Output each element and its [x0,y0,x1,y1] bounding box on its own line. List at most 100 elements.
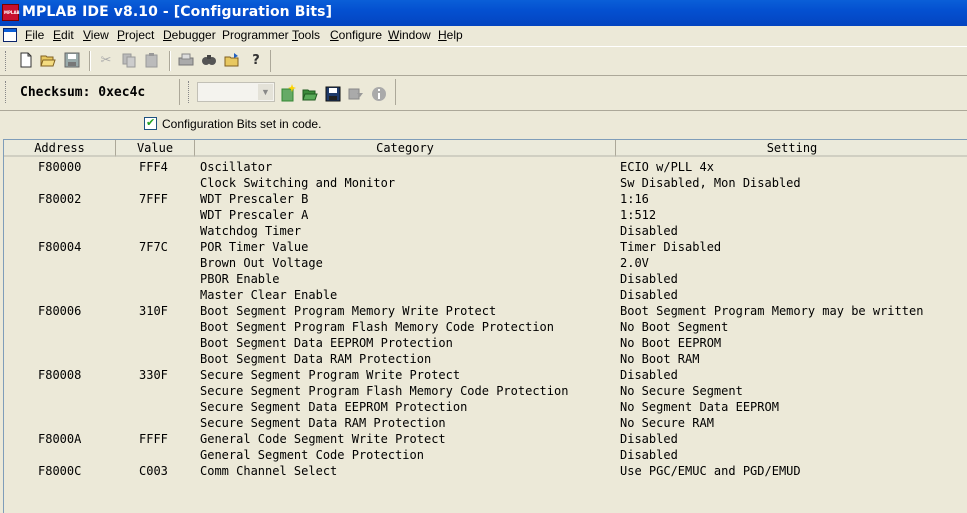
category-cell: WDT Prescaler B [200,192,309,206]
table-row[interactable]: Boot Segment Data EEPROM Protection No Bo… [4,335,967,351]
setting-cell[interactable]: Disabled [620,271,678,287]
menu-label: Programmer [222,28,289,42]
category-cell: General Segment Code Protection [200,448,424,462]
table-row[interactable]: F8000A FFFF General Code Segment Write Pro… [4,431,967,447]
setting-cell[interactable]: 1:512 [620,207,656,223]
toolbar-grip[interactable] [5,51,9,71]
new-config-icon[interactable] [280,84,296,102]
column-header-address[interactable]: Address [4,140,116,157]
category-cell: Secure Segment Program Write Protect [200,368,461,382]
save-icon[interactable] [325,86,341,102]
copy-icon[interactable] [121,52,137,68]
setting-cell[interactable]: Disabled [620,367,678,383]
column-header-value[interactable]: Value [116,140,195,157]
value-cell: 330F [139,368,168,382]
menu-label: ebugger [171,28,216,42]
category-cell: Boot Segment Program Memory Write Protec… [200,304,497,318]
setting-cell[interactable]: No Boot RAM [620,351,699,367]
setting-cell[interactable]: Use PGC/EMUC and PGD/EMUD [620,463,801,479]
menu-help[interactable]: Help [438,28,463,42]
table-row[interactable]: Boot Segment Program Flash Memory Code P… [4,319,967,335]
toolbar-grip[interactable] [188,81,192,103]
menu-configure[interactable]: Configure [330,28,382,42]
category-cell: Boot Segment Program Flash Memory Code P… [200,320,555,334]
menu-window[interactable]: Window [388,28,431,42]
menu-hotkey: V [83,28,91,42]
table-row[interactable]: Secure Segment Data EEPROM Protection No … [4,399,967,415]
save-icon[interactable] [64,52,80,68]
setting-cell[interactable]: Disabled [620,447,678,463]
category-cell: Secure Segment Data EEPROM Protection [200,400,468,414]
column-header-setting[interactable]: Setting [616,140,967,157]
setting-cell[interactable]: No Boot Segment [620,319,728,335]
title-bar: MPLAB MPLAB IDE v8.10 - [Configuration B… [0,0,967,26]
info-icon[interactable] [371,86,387,102]
setting-cell[interactable]: 2.0V [620,255,649,271]
menu-hotkey: C [330,28,339,42]
setting-cell[interactable]: Boot Segment Program Memory may be writt… [620,303,923,319]
table-row[interactable]: Brown Out Voltage 2.0V [4,255,967,271]
category-cell: Secure Segment Program Flash Memory Code… [200,384,569,398]
column-header-category[interactable]: Category [195,140,616,157]
address-cell: F8000C [38,464,82,478]
import-icon[interactable] [348,86,364,102]
document-window-icon[interactable] [3,28,17,42]
table-row[interactable]: F80000 FFF4 Oscillator ECIO w/PLL 4x [4,159,967,175]
help-icon[interactable]: ? [248,52,264,68]
menu-debugger[interactable]: Debugger [163,28,216,42]
category-cell: Secure Segment Data RAM Protection [200,416,446,430]
table-row[interactable]: Master Clear Enable Disabled [4,287,967,303]
table-row[interactable]: F80006 310F Boot Segment Program Memory Wr… [4,303,967,319]
cut-icon[interactable]: ✂ [98,52,114,68]
table-row[interactable]: Clock Switching and Monitor Sw Disabled, … [4,175,967,191]
table-row[interactable]: Watchdog Timer Disabled [4,223,967,239]
device-select[interactable]: ▼ [197,82,275,102]
setting-cell[interactable]: No Boot EEPROM [620,335,721,351]
print-icon[interactable] [178,52,194,68]
paste-icon[interactable] [144,52,160,68]
table-row[interactable]: Secure Segment Program Flash Memory Code… [4,383,967,399]
menu-edit[interactable]: Edit [53,28,74,42]
value-cell: C003 [139,464,168,478]
open-folder-icon[interactable] [40,52,56,68]
table-row[interactable]: Secure Segment Data RAM Protection No Sec… [4,415,967,431]
table-row[interactable]: F80008 330F Secure Segment Program Write P… [4,367,967,383]
menu-view[interactable]: View [83,28,109,42]
menu-project[interactable]: Project [117,28,154,42]
toolbar-end [395,79,399,105]
table-row[interactable]: Boot Segment Data RAM Protection No Boot … [4,351,967,367]
window-title: MPLAB IDE v8.10 - [Configuration Bits] [22,4,333,20]
table-row[interactable]: WDT Prescaler A 1:512 [4,207,967,223]
setting-cell[interactable]: No Secure RAM [620,415,714,431]
table-row[interactable]: General Segment Code Protection Disabled [4,447,967,463]
table-row[interactable]: F80002 7FFF WDT Prescaler B 1:16 [4,191,967,207]
table-row[interactable]: F80004 7F7C POR Timer Value Timer Disabled [4,239,967,255]
chevron-down-icon[interactable]: ▼ [258,84,273,100]
setting-cell[interactable]: No Secure Segment [620,383,743,399]
toolbar-grip[interactable] [5,81,9,103]
category-cell: Boot Segment Data RAM Protection [200,352,432,366]
open-folder-icon[interactable] [302,86,318,102]
setting-cell[interactable]: Timer Disabled [620,239,721,255]
mplab-logo-icon[interactable]: MPLAB [2,4,20,21]
config-bits-in-code-checkbox[interactable]: ✔ [144,116,157,130]
setting-cell[interactable]: No Segment Data EEPROM [620,399,779,415]
setting-cell[interactable]: Disabled [620,431,678,447]
value-cell: FFFF [139,432,168,446]
setting-cell[interactable]: Sw Disabled, Mon Disabled [620,175,801,191]
new-file-icon[interactable] [18,52,34,68]
setting-cell[interactable]: Disabled [620,223,678,239]
setting-cell[interactable]: 1:16 [620,191,649,207]
menu-label: ools [298,28,321,42]
menu-label: iew [90,28,109,42]
menu-programmer[interactable]: Programmer [222,28,289,42]
table-row[interactable]: PBOR Enable Disabled [4,271,967,287]
open-file-icon[interactable] [224,52,240,68]
table-row[interactable]: F8000C C003 Comm Channel Select Use PGC/EMU… [4,463,967,479]
setting-cell[interactable]: ECIO w/PLL 4x [620,159,714,175]
find-icon[interactable] [201,52,217,68]
setting-cell[interactable]: Disabled [620,287,678,303]
category-cell: POR Timer Value [200,240,309,254]
menu-file[interactable]: File [25,28,44,42]
menu-tools[interactable]: Tools [292,28,320,42]
